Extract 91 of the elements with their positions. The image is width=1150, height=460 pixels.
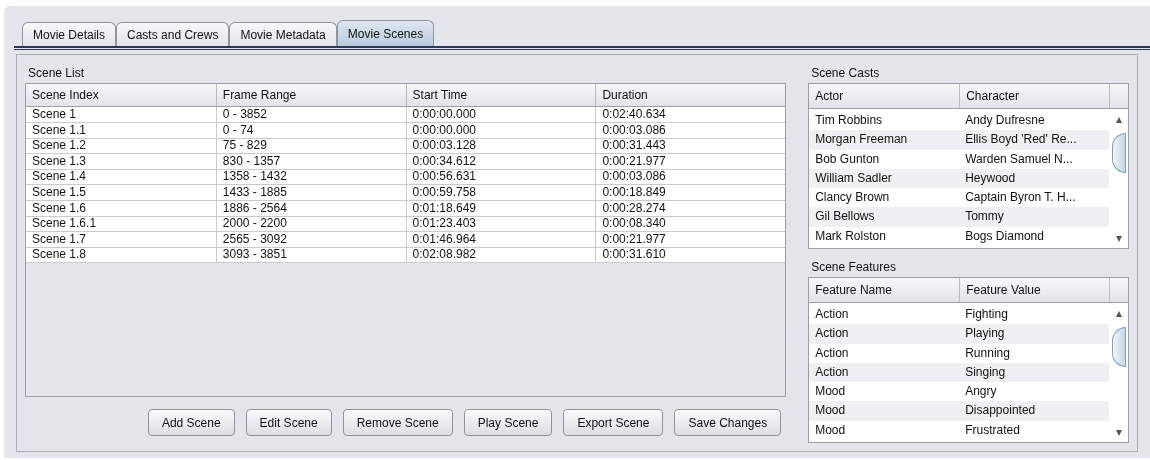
- table-cell-text: Frustrated: [964, 421, 1021, 439]
- table-cell: 0:02:40.634: [595, 107, 786, 123]
- column-header[interactable]: Feature Value: [959, 278, 1110, 302]
- table-cell-text: Morgan Freeman: [814, 131, 909, 149]
- table-cell: 0:01:46.964: [405, 231, 596, 248]
- table-cell-text: Bob Gunton: [814, 150, 881, 168]
- table-cell-text: Fighting: [964, 306, 1009, 323]
- column-header[interactable]: Character: [959, 84, 1110, 108]
- button[interactable]: Add Scene: [147, 409, 235, 436]
- table-cell-text: Mood: [814, 383, 847, 401]
- table-cell: 1886 - 2564: [215, 200, 406, 217]
- table-cell: Scene 1.3: [26, 153, 216, 170]
- table-cell: 0:00:28.274: [595, 200, 786, 217]
- table-cell: Scene 1.7: [26, 231, 216, 248]
- table-cell-text: Ellis Boyd 'Red' Re...: [964, 131, 1078, 149]
- tab[interactable]: Movie Scenes: [336, 20, 435, 47]
- table-cell-text: Playing: [964, 325, 1006, 343]
- table-cell: 0:01:23.403: [405, 216, 596, 233]
- table-cell: 0:00:34.612: [405, 153, 596, 170]
- button[interactable]: Save Changes: [674, 409, 782, 436]
- table-cell: Scene 1.5: [26, 184, 216, 201]
- table-cell: 0:00:03.086: [595, 122, 786, 139]
- table-cell: Scene 1.1: [26, 122, 216, 139]
- table-cell-text: Clancy Brown: [814, 189, 891, 207]
- table-cell-text: Captain Byron T. H...: [964, 189, 1077, 207]
- table-cell-text: Mood: [814, 402, 847, 420]
- table-cell: 2565 - 3092: [215, 231, 406, 248]
- table-cell: 0:00:08.340: [595, 216, 786, 233]
- section-title: Scene Features: [810, 259, 897, 276]
- button[interactable]: Export Scene: [563, 409, 664, 436]
- table-cell: 1433 - 1885: [215, 184, 406, 201]
- section-title: Scene List: [27, 65, 86, 82]
- scroll-down-icon[interactable]: [1115, 236, 1122, 242]
- table-cell: 830 - 1357: [215, 153, 406, 170]
- tab[interactable]: Casts and Crews: [116, 22, 230, 47]
- table-cell-text: Andy Dufresne: [964, 112, 1046, 129]
- table-cell: 0:00:21.977: [595, 153, 786, 170]
- table-cell: Scene 1.2: [26, 138, 216, 155]
- column-header[interactable]: Start Time: [405, 84, 596, 106]
- table-cell: 1358 - 1432: [215, 169, 406, 186]
- button[interactable]: Edit Scene: [245, 409, 332, 436]
- table-cell-text: Tommy: [964, 208, 1005, 226]
- table-cell-text: Mark Rolston: [814, 227, 887, 245]
- table-cell: 0 - 74: [215, 122, 406, 139]
- table-cell-text: Warden Samuel N...: [964, 150, 1074, 168]
- table-cell: 0:00:21.977: [595, 231, 786, 248]
- table-cell: 0:00:00.000: [405, 107, 596, 123]
- table-cell: 0:00:00.000: [405, 122, 596, 139]
- table-cell: 75 - 829: [215, 138, 406, 155]
- scrollbar-thumb[interactable]: [1111, 327, 1126, 367]
- table-cell: Scene 1.6: [26, 200, 216, 217]
- table-cell-text: Action: [814, 344, 850, 362]
- scroll-up-icon[interactable]: [1115, 117, 1122, 123]
- table-cell: 0:00:18.849: [595, 184, 786, 201]
- table-cell-text: Action: [814, 306, 850, 323]
- table-cell: Scene 1: [26, 107, 216, 123]
- column-header[interactable]: Frame Range: [215, 84, 406, 106]
- table-cell-text: Bogs Diamond: [964, 227, 1045, 245]
- button[interactable]: Play Scene: [463, 409, 553, 436]
- table-cell: 0:00:31.443: [595, 138, 786, 155]
- table-cell-text: Action: [814, 325, 850, 343]
- table-cell: Scene 1.4: [26, 169, 216, 186]
- table-cell: 0:00:59.758: [405, 184, 596, 201]
- table-cell-text: Running: [964, 344, 1011, 362]
- table-cell: 0:00:56.631: [405, 169, 596, 186]
- button[interactable]: Remove Scene: [342, 409, 453, 436]
- table-cell-text: Mood: [814, 421, 847, 439]
- scrollbar-thumb[interactable]: [1111, 133, 1126, 173]
- table-cell-text: Tim Robbins: [814, 112, 884, 129]
- table-cell: 0 - 3852: [215, 107, 406, 123]
- table-cell-text: Singing: [964, 363, 1007, 381]
- table-cell-text: Action: [814, 363, 850, 381]
- column-header[interactable]: Actor: [809, 84, 960, 108]
- table-cell-text: Angry: [964, 383, 998, 401]
- table-cell: Scene 1.6.1: [26, 216, 216, 233]
- table-cell: 0:00:03.086: [595, 169, 786, 186]
- scroll-down-icon[interactable]: [1115, 430, 1122, 436]
- table-cell: 0:01:18.649: [405, 200, 596, 217]
- tab[interactable]: Movie Details: [22, 22, 117, 47]
- table-cell-text: Gil Bellows: [814, 208, 876, 226]
- table-cell-text: Heywood: [964, 169, 1017, 187]
- column-header[interactable]: Scene Index: [26, 84, 216, 106]
- table-cell-text: William Sadler: [814, 169, 893, 187]
- column-header[interactable]: Duration: [595, 84, 786, 106]
- table-cell-text: Disappointed: [964, 402, 1037, 420]
- table-cell: 2000 - 2200: [215, 216, 406, 233]
- tab[interactable]: Movie Metadata: [229, 22, 337, 47]
- section-title: Scene Casts: [810, 65, 881, 82]
- table-cell: 0:00:03.128: [405, 138, 596, 155]
- column-header[interactable]: Feature Name: [809, 278, 960, 302]
- scroll-up-icon[interactable]: [1115, 311, 1122, 317]
